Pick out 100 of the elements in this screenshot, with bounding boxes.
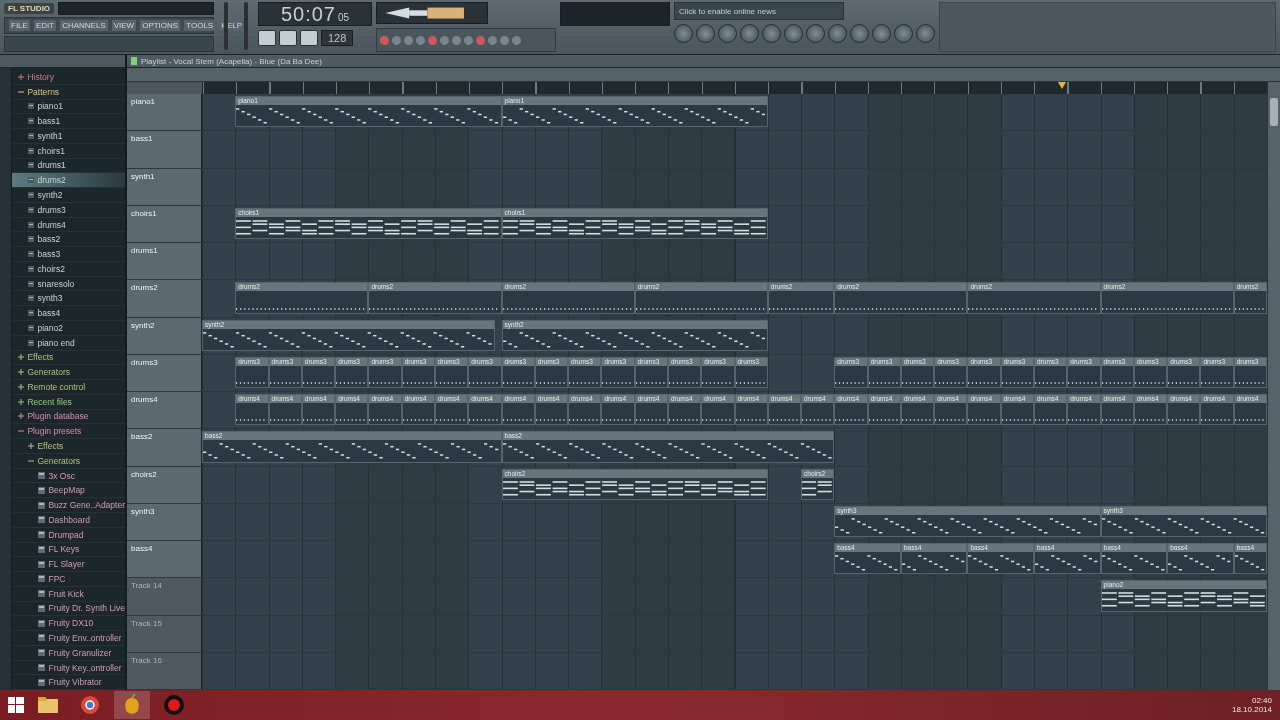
- track-header[interactable]: drums1: [127, 243, 202, 280]
- track-header[interactable]: choirs1: [127, 205, 202, 242]
- browser-item[interactable]: Patterns: [12, 84, 125, 100]
- window-toggle-button[interactable]: [850, 24, 869, 43]
- track-header[interactable]: synth1: [127, 168, 202, 205]
- window-toggle-button[interactable]: [740, 24, 759, 43]
- pattern-icon: [28, 236, 35, 243]
- browser-item[interactable]: Recent files: [12, 394, 125, 410]
- track-header[interactable]: bass4: [127, 541, 202, 578]
- browser-item[interactable]: Fruity Dr. Synth Live: [12, 601, 125, 617]
- browser-item[interactable]: snaresolo: [12, 276, 125, 292]
- track-header[interactable]: drums2: [127, 280, 202, 317]
- window-toggle-button[interactable]: [806, 24, 825, 43]
- pause-button[interactable]: [258, 30, 276, 46]
- track-header[interactable]: bass1: [127, 131, 202, 168]
- browser-item[interactable]: choirs2: [12, 261, 125, 277]
- track-header[interactable]: piano1: [127, 94, 202, 131]
- timeline-ruler[interactable]: [203, 82, 1267, 94]
- clock-time[interactable]: 02:40: [1251, 696, 1272, 705]
- window-toggle-button[interactable]: [828, 24, 847, 43]
- menu-item[interactable]: FILE: [9, 20, 30, 31]
- track-header[interactable]: Track 15: [127, 615, 202, 652]
- plus-icon[interactable]: [18, 73, 25, 80]
- window-toggle-button[interactable]: [872, 24, 891, 43]
- plus-icon[interactable]: [18, 413, 25, 420]
- browser-item[interactable]: Generators: [12, 453, 125, 469]
- window-toggle-button[interactable]: [696, 24, 715, 43]
- browser-item[interactable]: bass2: [12, 232, 125, 248]
- menu-item[interactable]: CHANNELS: [60, 20, 108, 31]
- browser-item[interactable]: drums2: [12, 173, 125, 189]
- track-header[interactable]: choirs2: [127, 466, 202, 503]
- track-header[interactable]: drums4: [127, 392, 202, 429]
- plus-icon[interactable]: [18, 354, 25, 361]
- window-toggle-button[interactable]: [718, 24, 737, 43]
- window-toggle-button[interactable]: [894, 24, 913, 43]
- browser-item[interactable]: bass4: [12, 306, 125, 321]
- browser-item[interactable]: synth2: [12, 188, 125, 203]
- window-toggle-button[interactable]: [674, 24, 693, 43]
- browser-item[interactable]: Drumpad: [12, 527, 125, 543]
- browser-item[interactable]: piano1: [12, 99, 125, 115]
- track-header[interactable]: drums3: [127, 354, 202, 391]
- menu-item[interactable]: OPTIONS: [140, 20, 181, 31]
- track-header[interactable]: Track 16: [127, 652, 202, 689]
- plus-icon[interactable]: [18, 383, 25, 390]
- browser-item[interactable]: drums4: [12, 217, 125, 233]
- fruit-icon[interactable]: [122, 694, 142, 716]
- browser-item[interactable]: bass1: [12, 114, 125, 130]
- plus-icon[interactable]: [18, 369, 25, 376]
- track-header[interactable]: bass2: [127, 429, 202, 466]
- vertical-scrollbar[interactable]: [1267, 82, 1280, 690]
- record-icon[interactable]: [163, 694, 185, 716]
- song-field[interactable]: [58, 2, 214, 15]
- browser-item[interactable]: 3x Osc: [12, 468, 125, 484]
- browser-item[interactable]: FL Slayer: [12, 557, 125, 573]
- browser-item[interactable]: Effects: [12, 350, 125, 366]
- browser-item[interactable]: FPC: [12, 572, 125, 587]
- browser-item[interactable]: Fruit Kick: [12, 586, 125, 602]
- browser-item[interactable]: drums3: [12, 202, 125, 218]
- browser-item[interactable]: FL Keys: [12, 542, 125, 558]
- browser-item[interactable]: Remote control: [12, 380, 125, 395]
- track-header[interactable]: Track 14: [127, 578, 202, 615]
- scroll-thumb[interactable]: [1270, 98, 1278, 126]
- windows-logo-icon[interactable]: [8, 697, 24, 713]
- browser-item[interactable]: Effects: [12, 439, 125, 454]
- browser-item[interactable]: Generators: [12, 365, 125, 381]
- plugin-icon: [38, 472, 46, 480]
- browser-item[interactable]: Dashboard: [12, 512, 125, 528]
- tempo-display[interactable]: 128: [321, 30, 354, 46]
- menu-item[interactable]: TOOLS: [184, 20, 216, 31]
- plus-icon[interactable]: [18, 398, 25, 405]
- track-header[interactable]: synth2: [127, 317, 202, 354]
- plus-icon[interactable]: [28, 443, 35, 449]
- browser-item[interactable]: BeepMap: [12, 483, 125, 499]
- browser-item[interactable]: bass3: [12, 247, 125, 262]
- clock-date[interactable]: 18.10.2014: [1231, 705, 1272, 714]
- browser-item[interactable]: Fruity DX10: [12, 616, 125, 632]
- menu-item[interactable]: VIEW: [111, 20, 137, 31]
- browser-item[interactable]: synth3: [12, 291, 125, 307]
- window-toggle-button[interactable]: [762, 24, 781, 43]
- browser-item[interactable]: piano2: [12, 321, 125, 336]
- browser-icon[interactable]: [80, 695, 100, 715]
- browser-item[interactable]: Fruity Env..ontroller: [12, 631, 125, 646]
- news-box[interactable]: Click to enable online news: [674, 2, 844, 20]
- menu-item[interactable]: EDIT: [33, 20, 57, 31]
- browser-item[interactable]: Buzz Gene..Adapter: [12, 498, 125, 513]
- folder-icon[interactable]: [37, 696, 59, 714]
- browser-item[interactable]: Plugin presets: [12, 424, 125, 440]
- track-header[interactable]: synth3: [127, 503, 202, 540]
- record-button[interactable]: [300, 30, 318, 46]
- window-toggle-button[interactable]: [916, 24, 935, 43]
- browser-item[interactable]: History: [12, 70, 125, 85]
- browser-item[interactable]: Plugin database: [12, 409, 125, 425]
- browser-item[interactable]: piano end: [12, 335, 125, 351]
- window-toggle-button[interactable]: [784, 24, 803, 43]
- minus-icon[interactable]: [18, 428, 25, 435]
- browser-item[interactable]: Fruity Key..ontroller: [12, 660, 125, 676]
- browser-item[interactable]: Fruity Granulizer: [12, 645, 125, 661]
- stop-button[interactable]: [279, 30, 297, 46]
- browser-item[interactable]: synth1: [12, 129, 125, 144]
- browser-item[interactable]: choirs1: [12, 143, 125, 159]
